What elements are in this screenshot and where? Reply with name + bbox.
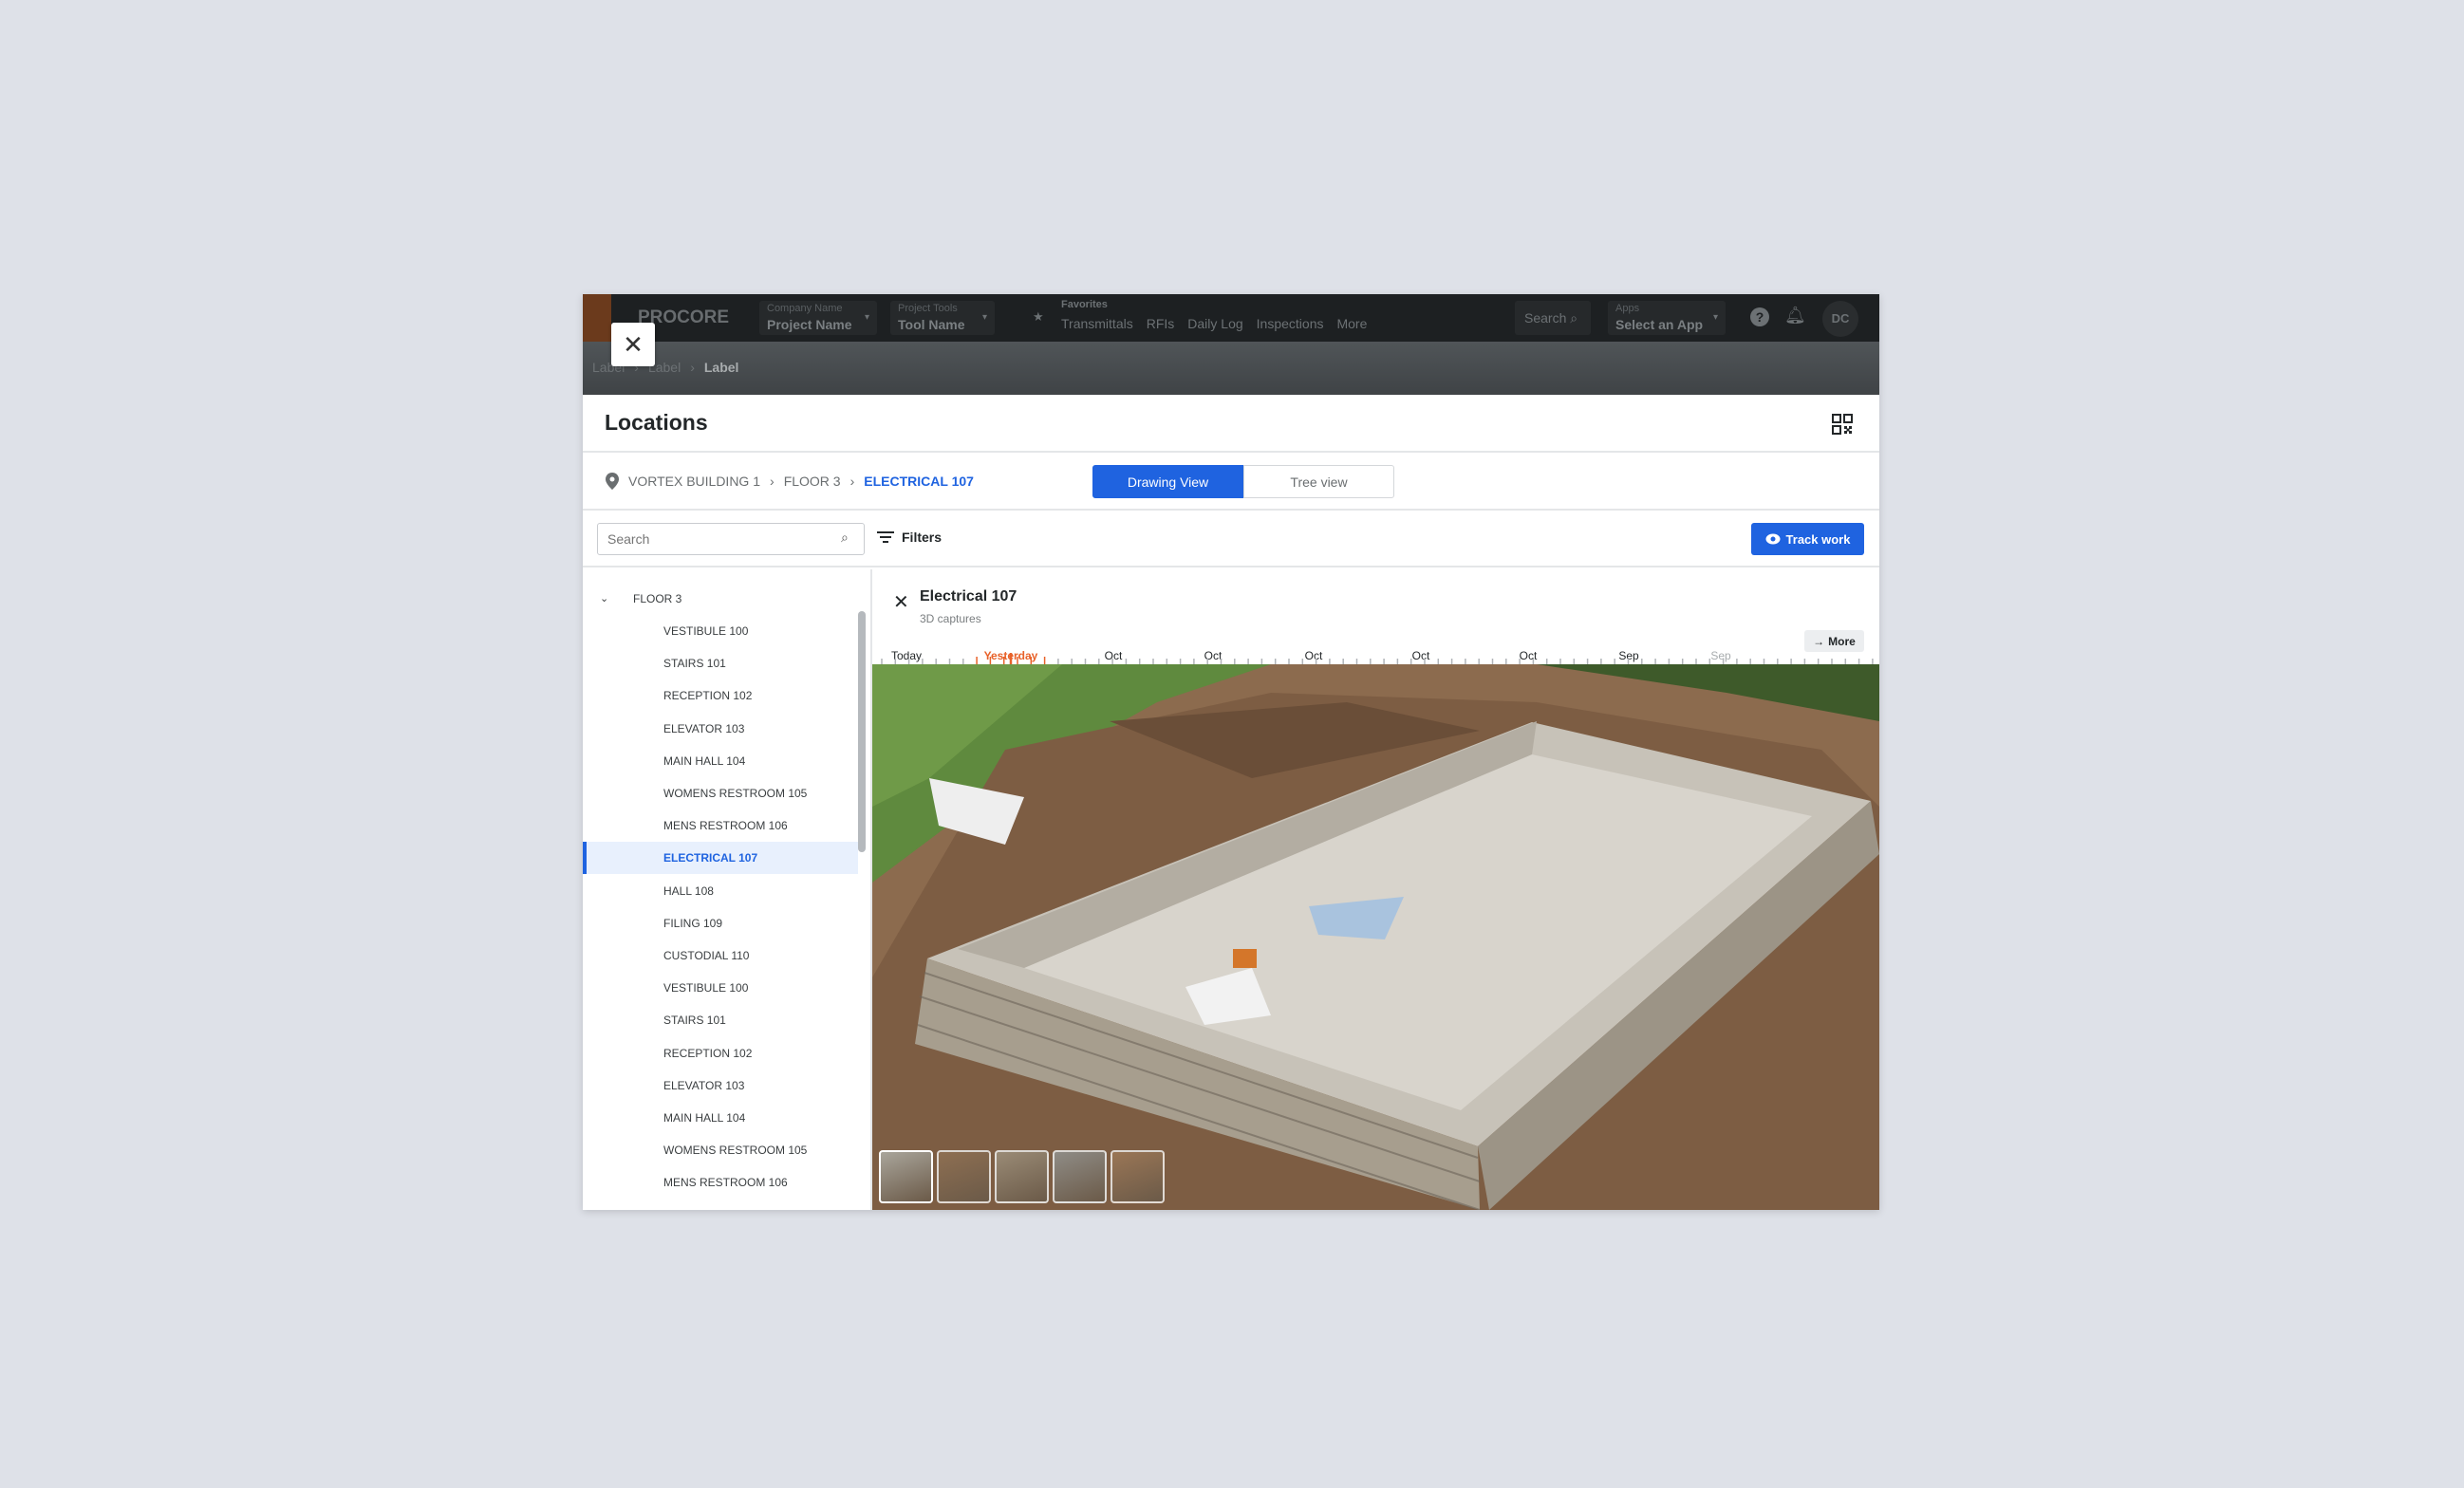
page-title: Locations (605, 410, 708, 435)
crumb-current: Label (703, 360, 739, 375)
capture-thumbnail[interactable] (1053, 1150, 1107, 1203)
tree-item[interactable]: CUSTODIAL 110 (583, 939, 858, 972)
star-icon[interactable]: ★ (1033, 309, 1044, 325)
tree-item[interactable]: RECEPTION 102 (583, 679, 858, 712)
home-icon[interactable] (583, 294, 611, 342)
track-work-button[interactable]: Track work (1751, 523, 1864, 555)
tree-item[interactable]: STAIRS 101 (583, 647, 858, 679)
tree-item[interactable]: STAIRS 101 (583, 1004, 858, 1036)
timeline-more-button[interactable]: → More (1804, 630, 1864, 652)
close-modal-button[interactable]: ✕ (611, 323, 655, 366)
search-input[interactable] (597, 523, 865, 555)
tree-item[interactable]: MENS RESTROOM 106 (583, 1166, 858, 1199)
search-icon: ⌕ (841, 530, 849, 545)
breadcrumb-building[interactable]: VORTEX BUILDING 1 (628, 474, 760, 489)
avatar[interactable]: DC (1822, 301, 1858, 337)
qr-code-icon[interactable] (1832, 414, 1853, 435)
locations-modal: PROCORE Company Name Project Name ▾ Projec… (583, 294, 1879, 1210)
project-select[interactable]: Company Name Project Name ▾ (759, 301, 877, 335)
fav-more[interactable]: More (1336, 316, 1367, 331)
tree-item[interactable]: FILING 109 (583, 907, 858, 939)
tree-item[interactable]: MAIN HALL 104 (583, 1102, 858, 1134)
capture-photo[interactable] (872, 664, 1879, 1210)
tree-item[interactable]: HALL 108 (583, 875, 858, 907)
nav-search[interactable]: Search ⌕ (1515, 301, 1591, 335)
tree-item[interactable]: ELEVATOR 103 (583, 713, 858, 745)
tree-item[interactable]: ELECTRICAL 107 (583, 1200, 858, 1210)
tree-item[interactable]: ELEVATOR 103 (583, 1070, 858, 1102)
apps-select[interactable]: Apps Select an App ▾ (1608, 301, 1726, 335)
tree-item[interactable]: VESTIBULE 100 (583, 972, 858, 1004)
breadcrumb-floor[interactable]: FLOOR 3 (784, 474, 841, 489)
capture-thumbnail[interactable] (1111, 1150, 1165, 1203)
tab-tree-view[interactable]: Tree view (1243, 465, 1394, 498)
tree-item[interactable]: MAIN HALL 104 (583, 745, 858, 777)
capture-thumbnail[interactable] (995, 1150, 1049, 1203)
tree-item[interactable]: WOMENS RESTROOM 105 (583, 1134, 858, 1166)
breadcrumb-current: ELECTRICAL 107 (864, 474, 974, 489)
fav-rfis[interactable]: RFIs (1147, 316, 1175, 331)
detail-title: Electrical 107 (920, 588, 1017, 604)
location-tree: ⌄ FLOOR 3 VESTIBULE 100 STAIRS 101 RECEPTIO… (583, 569, 870, 1210)
tree-item[interactable]: VESTIBULE 100 (583, 615, 858, 647)
page-breadcrumb-band: Label › Label › Label (583, 342, 1879, 395)
tree-item[interactable]: ELECTRICAL 107 (583, 842, 858, 875)
modal-header: Locations (583, 395, 1879, 453)
fav-daily-log[interactable]: Daily Log (1187, 316, 1242, 331)
tree-item[interactable]: RECEPTION 102 (583, 1037, 858, 1070)
tree-item[interactable]: WOMENS RESTROOM 105 (583, 777, 858, 809)
breadcrumb: VORTEX BUILDING 1 › FLOOR 3 › ELECTRICAL 1… (606, 473, 974, 490)
tree-group-floor-3[interactable]: ⌄ FLOOR 3 (583, 583, 858, 615)
toolbar: ⌕ Filters Track work (583, 511, 1879, 567)
tree-scrollbar[interactable] (858, 611, 866, 852)
filter-icon (877, 531, 894, 543)
filters-button[interactable]: Filters (877, 530, 942, 545)
fav-inspections[interactable]: Inspections (1257, 316, 1324, 331)
close-detail-icon[interactable]: ✕ (893, 590, 909, 614)
capture-thumbnail[interactable] (937, 1150, 991, 1203)
favorites-links: Transmittals RFIs Daily Log Inspections … (1061, 316, 1367, 331)
help-icon[interactable]: ? (1750, 307, 1769, 326)
construction-site-image (872, 664, 1879, 1210)
top-nav: PROCORE Company Name Project Name ▾ Projec… (583, 294, 1879, 342)
timeline-ticks[interactable] (872, 653, 1879, 664)
detail-subtitle: 3D captures (920, 612, 981, 625)
location-breadcrumb-row: VORTEX BUILDING 1 › FLOOR 3 › ELECTRICAL 1… (583, 453, 1879, 511)
fav-transmittals[interactable]: Transmittals (1061, 316, 1133, 331)
tab-drawing-view[interactable]: Drawing View (1092, 465, 1243, 498)
location-pin-icon (606, 473, 619, 490)
bell-icon[interactable]: 🔔︎ (1784, 306, 1806, 326)
eye-icon (1765, 533, 1781, 545)
arrow-right-icon: → (1813, 634, 1825, 648)
favorites-label: Favorites (1061, 299, 1108, 310)
capture-thumbnail[interactable] (879, 1150, 933, 1203)
tree-item[interactable]: MENS RESTROOM 106 (583, 809, 858, 842)
tool-select[interactable]: Project Tools Tool Name ▾ (890, 301, 995, 335)
